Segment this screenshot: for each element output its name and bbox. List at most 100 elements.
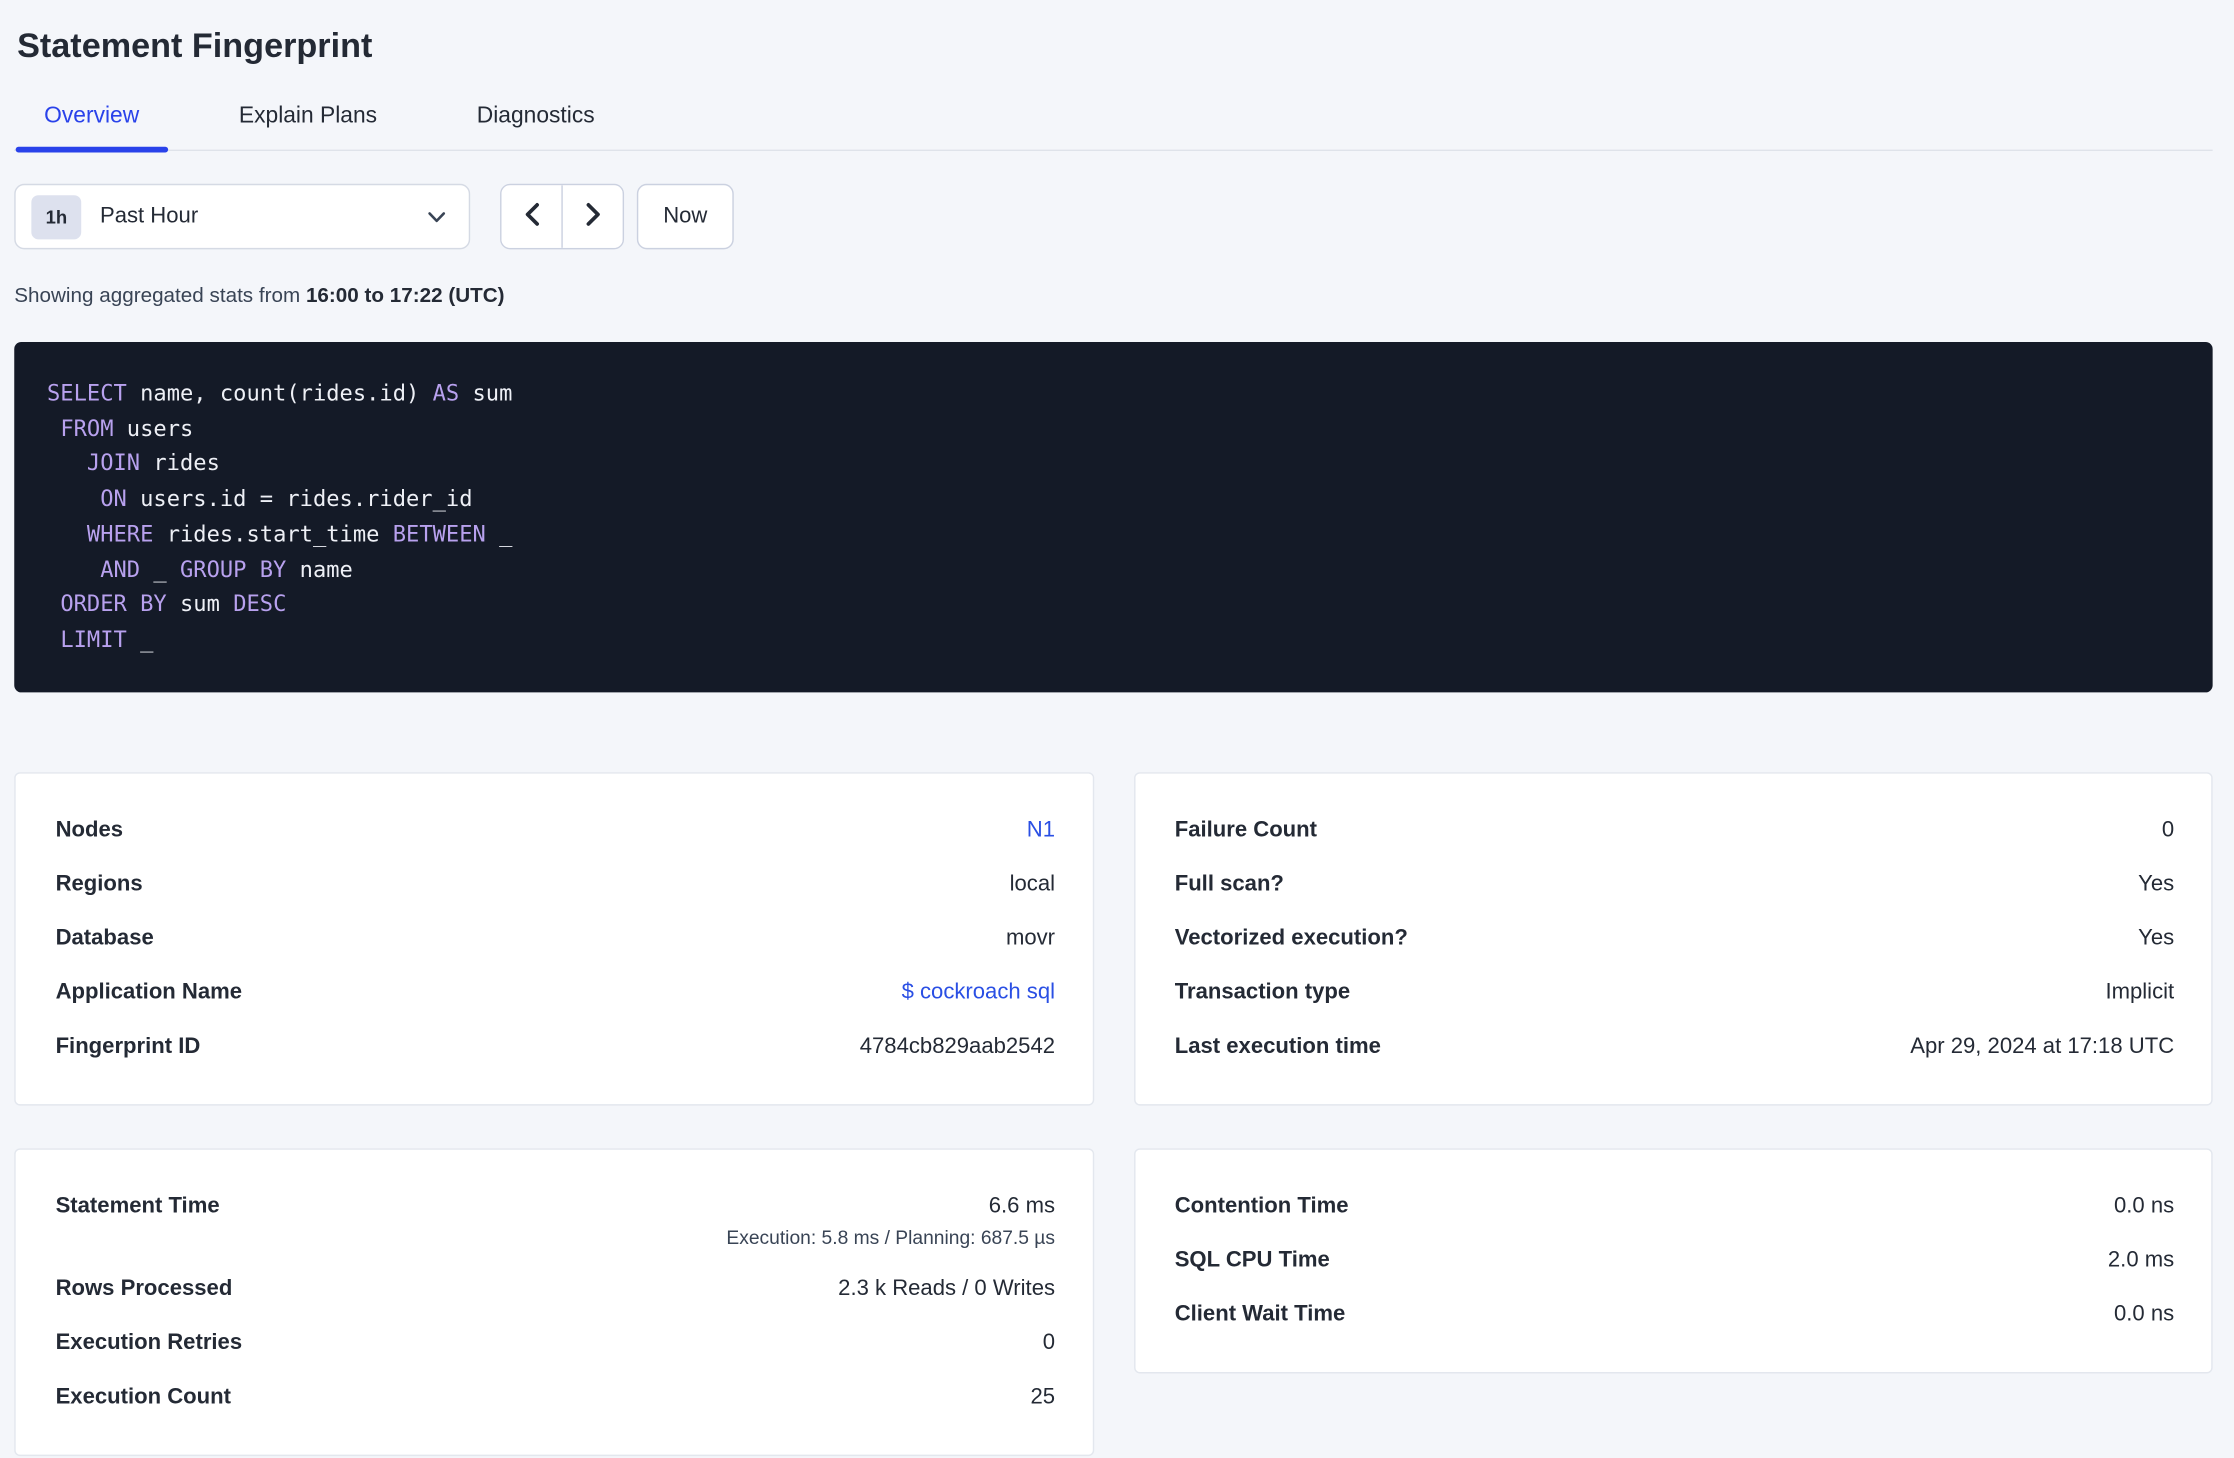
sql-text: sum [459,380,513,407]
full-scan-label: Full scan? [1174,871,1284,896]
statement-fingerprint-page: Statement Fingerprint Overview Explain Pl… [0,0,2234,1456]
stat-row-failure-count: Failure Count 0 [1175,803,2174,857]
time-range-select[interactable]: 1h Past Hour [14,183,471,250]
sql-keyword: GROUP BY [179,556,287,583]
fingerprint-id-label: Fingerprint ID [55,1033,201,1059]
rows-processed-value: 2.3 k Reads / 0 Writes [838,1276,1056,1301]
execution-count-value-wrap: 25 [1030,1383,1055,1411]
card-statement-details-left: Nodes N1 Regions local Database movr Applicati… [14,771,1094,1106]
time-range-label: Past Hour [99,203,199,228]
rows-processed-label: Rows Processed [55,1276,233,1301]
sql-cpu-time-label: SQL CPU Time [1174,1247,1330,1272]
tab-diagnostics[interactable]: Diagnostics [448,103,623,150]
active-tab-underline [15,146,168,153]
card-timing-left: Statement Time 6.6 ms Execution: 5.8 ms / … [14,1147,1094,1456]
sql-cpu-time-value-wrap: 2.0 ms [2108,1246,2174,1274]
vectorized-execution-value: Yes [2138,925,2175,950]
statement-time-sub: Execution: 5.8 ms / Planning: 687.5 µs [726,1226,1056,1248]
sql-keyword: AND [100,556,141,583]
viewport: Statement Fingerprint Overview Explain Pl… [0,0,2234,1458]
regions-value: local [1009,871,1056,896]
nodes-value-wrap: N1 [1027,816,1055,844]
stat-row-full-scan: Full scan? Yes [1175,857,2174,911]
chevron-right-icon [585,202,601,230]
card-timing-right: Contention Time 0.0 ns SQL CPU Time 2.0 ms C… [1133,1147,2213,1373]
tab-overview[interactable]: Overview [15,103,168,153]
nodes-link[interactable]: N1 [1027,816,1055,844]
stat-row-application-name: Application Name $ cockroach sql [56,965,1055,1019]
summary-prefix: Showing aggregated stats from [14,284,301,308]
stat-row-execution-retries: Execution Retries 0 [56,1316,1055,1370]
statement-time-label: Statement Time [55,1193,220,1218]
last-execution-time-value: Apr 29, 2024 at 17:18 UTC [1910,1033,2175,1059]
application-name-label: Application Name [55,979,243,1004]
chevron-left-icon [524,202,540,230]
stat-row-transaction-type: Transaction type Implicit [1175,965,2174,1019]
sql-keyword: BETWEEN [392,521,486,547]
sql-text: _ [485,521,513,547]
now-button[interactable]: Now [636,183,734,250]
time-controls: 1h Past Hour Now [14,183,2212,250]
sql-keyword: ON [100,485,127,512]
tabs: Overview Explain Plans Diagnostics [14,103,2213,153]
database-label: Database [55,925,154,950]
stat-row-execution-count: Execution Count 25 [56,1370,1055,1424]
vectorized-execution-label: Vectorized execution? [1174,925,1408,950]
execution-count-label: Execution Count [55,1384,232,1409]
sql-statement: SELECT name, count(rides.id) AS sum FROM… [47,376,2184,658]
sql-text: users.id = rides.rider_id [126,485,473,512]
client-wait-time-label: Client Wait Time [1174,1301,1346,1326]
regions-label: Regions [55,871,143,896]
tab-explain-plans[interactable]: Explain Plans [210,103,405,150]
failure-count-value-wrap: 0 [2162,816,2174,844]
last-execution-time-value-wrap: Apr 29, 2024 at 17:18 UTC [1910,1032,2174,1060]
stat-row-client-wait-time: Client Wait Time 0.0 ns [1175,1287,2174,1341]
client-wait-time-value-wrap: 0.0 ns [2114,1300,2174,1328]
execution-retries-value: 0 [1042,1330,1056,1355]
statement-time-value-wrap: 6.6 ms Execution: 5.8 ms / Planning: 687.… [726,1192,1055,1249]
sql-keyword: FROM [60,415,114,442]
last-execution-time-label: Last execution time [1174,1033,1381,1059]
sql-keyword: JOIN [86,450,141,477]
fingerprint-id-value: 4784cb829aab2542 [859,1033,1056,1059]
contention-time-value: 0.0 ns [2113,1193,2175,1218]
time-pager [500,183,625,250]
sql-line: FROM users [47,411,2184,446]
stat-row-contention-time: Contention Time 0.0 ns [1175,1179,2174,1233]
application-name-link[interactable]: $ cockroach sql [902,978,1055,1006]
sql-text: rides.start_time [153,521,393,547]
sql-keyword: LIMIT [60,626,127,653]
previous-time-button[interactable] [501,185,562,248]
aggregated-stats-summary: Showing aggregated stats from 16:00 to 1… [14,284,2212,310]
stat-row-fingerprint-id: Fingerprint ID 4784cb829aab2542 [56,1020,1055,1074]
nodes-label: Nodes [55,817,124,842]
sql-line: SELECT name, count(rides.id) AS sum [47,376,2184,411]
rows-processed-value-wrap: 2.3 k Reads / 0 Writes [838,1275,1055,1303]
database-value-wrap: movr [1006,924,1055,952]
next-time-button[interactable] [561,185,623,248]
execution-retries-value-wrap: 0 [1043,1329,1055,1357]
sql-line: LIMIT _ [47,623,2184,658]
client-wait-time-value: 0.0 ns [2113,1301,2175,1326]
stat-row-last-execution-time: Last execution time Apr 29, 2024 at 17:18… [1175,1020,2174,1074]
sql-text: sum [166,591,234,618]
stat-row-sql-cpu-time: SQL CPU Time 2.0 ms [1175,1233,2174,1287]
sql-line: WHERE rides.start_time BETWEEN _ [47,517,2184,552]
sql-line: AND _ GROUP BY name [47,552,2184,587]
sql-cpu-time-value: 2.0 ms [2107,1247,2175,1272]
page-title: Statement Fingerprint [17,27,373,66]
statement-time-value: 6.6 ms [988,1193,1056,1218]
full-scan-value-wrap: Yes [2138,870,2174,898]
sql-text: _ [126,626,154,653]
transaction-type-label: Transaction type [1174,979,1351,1004]
chevron-down-icon [427,210,446,223]
execution-count-value: 25 [1030,1384,1056,1409]
stat-row-nodes: Nodes N1 [56,803,1055,857]
card-statement-details-right: Failure Count 0 Full scan? Yes Vectorized ex… [1133,771,2213,1106]
